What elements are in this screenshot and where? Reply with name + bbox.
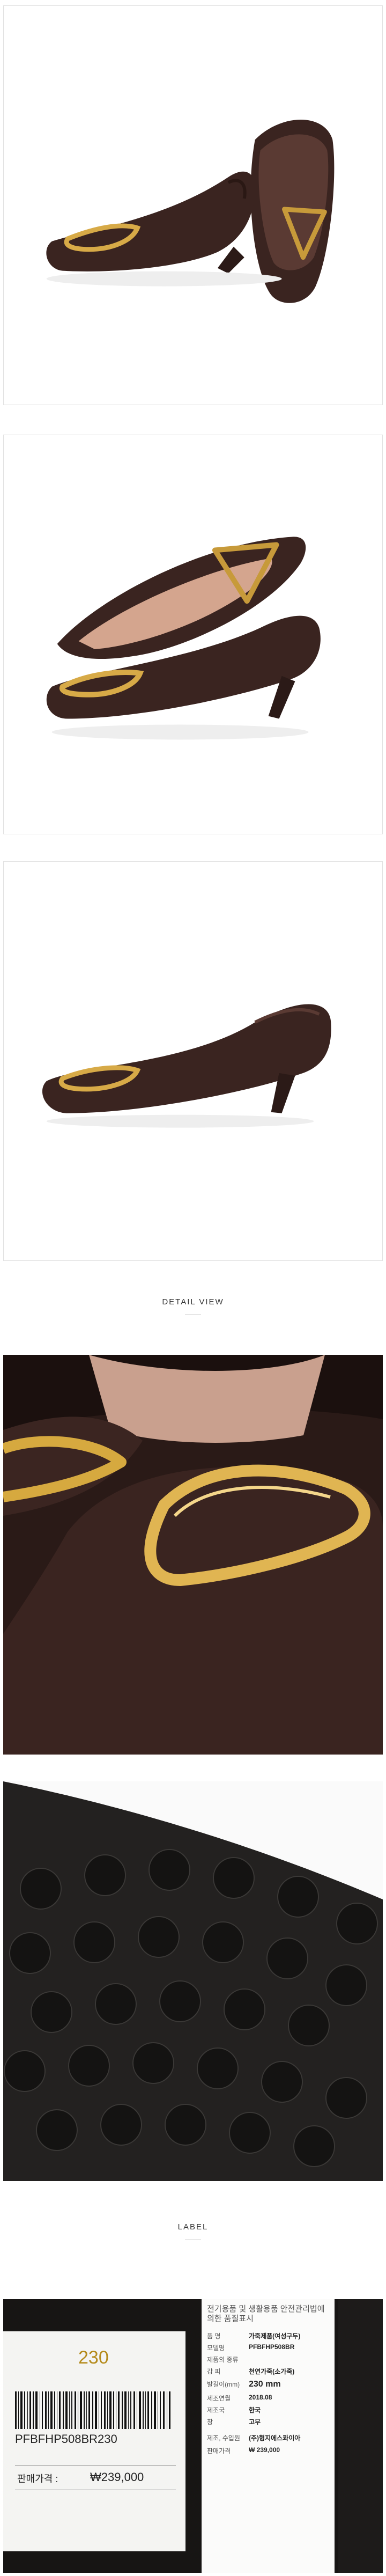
- price-row: 판매가격 : ₩239,000: [15, 2465, 176, 2490]
- info-row: 품 명 가죽제품(여성구두): [207, 2331, 331, 2342]
- info-value: 한국: [249, 2406, 261, 2414]
- sole-edge-photo: [338, 2299, 383, 2573]
- info-row: 제품의 종류: [207, 2355, 331, 2366]
- detail-photo-sole: [3, 1781, 383, 2181]
- info-value: PFBFHP508BR: [249, 2343, 295, 2351]
- info-value: ₩ 239,000: [249, 2446, 280, 2454]
- info-key: 제품의 종류: [207, 2356, 239, 2364]
- info-row: 갑 피 천연가죽(소가죽): [207, 2367, 331, 2377]
- info-value: 230 mm: [249, 2380, 281, 2389]
- price-label: 판매가격 :: [17, 2474, 58, 2484]
- info-value: (주)형지에스콰이아: [249, 2434, 301, 2442]
- info-key: 모델명: [207, 2344, 225, 2352]
- info-key: 제조연월: [207, 2395, 231, 2402]
- info-key: 판매가격: [207, 2447, 231, 2455]
- price-value: ₩239,000: [90, 2470, 144, 2484]
- label-photo: 230 PFBFHP508BR230 판매가격 : ₩239,000 전기용품 …: [3, 2299, 383, 2573]
- info-row: 제조국 한국: [207, 2405, 331, 2416]
- info-row: 창 고무: [207, 2417, 331, 2428]
- info-value: 가죽제품(여성구두): [249, 2332, 301, 2340]
- info-row: 제조, 수입원 (주)형지에스콰이아: [207, 2433, 331, 2444]
- barcode: [15, 2391, 170, 2429]
- info-key: 품 명: [207, 2332, 221, 2340]
- quality-info-card: 전기용품 및 생활용품 안전관리법에 의한 품질표시 품 명 가죽제품(여성구두…: [202, 2299, 335, 2573]
- size-price-tag: 230 PFBFHP508BR230 판매가격 : ₩239,000: [3, 2331, 185, 2551]
- info-key: 창: [207, 2418, 213, 2426]
- info-value: 2018.08: [249, 2394, 272, 2401]
- info-value: 천연가죽(소가죽): [249, 2368, 295, 2375]
- info-value: 고무: [249, 2418, 261, 2426]
- info-row: 제조연월 2018.08: [207, 2394, 331, 2404]
- info-key: 제조, 수입원: [207, 2434, 240, 2442]
- product-photo-pair: [3, 5, 383, 405]
- label-heading: LABEL: [177, 2222, 209, 2232]
- detail-photo-buckle: [3, 1355, 383, 1755]
- info-row: 판매가격 ₩ 239,000: [207, 2446, 331, 2457]
- shoes-stacked-image: [4, 435, 382, 834]
- shoes-pair-image: [4, 6, 382, 405]
- product-photo-side: [3, 861, 383, 1261]
- info-card-title: 전기용품 및 생활용품 안전관리법에 의한 품질표시: [207, 2305, 325, 2323]
- detail-view-heading: DETAIL VIEW: [162, 1297, 224, 1307]
- product-code: PFBFHP508BR230: [15, 2432, 117, 2446]
- size-number: 230: [78, 2347, 109, 2368]
- info-row: 모델명 PFBFHP508BR: [207, 2343, 331, 2354]
- info-key: 제조국: [207, 2406, 225, 2414]
- info-key: 발길이(mm): [207, 2381, 240, 2388]
- product-photo-stacked: [3, 435, 383, 834]
- sole-closeup-image: [3, 1781, 383, 2181]
- shoe-side-image: [4, 862, 382, 1260]
- info-key: 갑 피: [207, 2368, 221, 2375]
- buckle-closeup-image: [3, 1355, 383, 1755]
- info-row: 발길이(mm) 230 mm: [207, 2380, 331, 2390]
